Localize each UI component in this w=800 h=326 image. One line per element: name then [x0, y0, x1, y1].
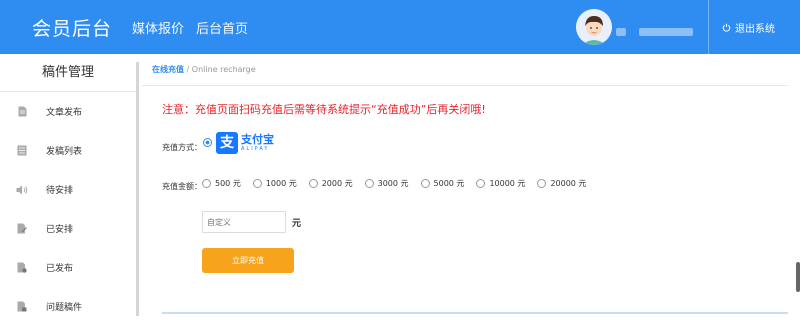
- sidebar-item-publish-article[interactable]: 文章发布: [0, 92, 136, 131]
- custom-amount-unit: 元: [292, 219, 302, 229]
- speaker-icon: [16, 185, 28, 195]
- file-check-icon: [16, 262, 28, 273]
- amount-radio[interactable]: [252, 179, 262, 188]
- main-content: 在线充值 / Online recharge 注意：充值页面扫码充值后需等待系统…: [142, 54, 800, 316]
- alipay-name: 支付宝: [241, 133, 274, 146]
- logout-label: 退出系统: [735, 24, 775, 35]
- breadcrumb-separator: /: [184, 65, 192, 74]
- amount-option-label: 10000 元: [489, 179, 526, 188]
- breadcrumb: 在线充值 / Online recharge: [142, 64, 788, 86]
- document-icon: [16, 106, 28, 117]
- sidebar: 稿件管理 文章发布 发稿列表 待安排 已安排 已发布 问题稿件: [0, 54, 136, 316]
- amount-radio[interactable]: [476, 179, 486, 188]
- amount-option-5000[interactable]: 5000 元: [420, 178, 465, 189]
- amount-option-3000[interactable]: 3000 元: [364, 178, 409, 189]
- sidebar-item-label: 已安排: [46, 225, 74, 235]
- header-divider: [708, 0, 709, 54]
- amount-option-label: 5000 元: [433, 179, 465, 188]
- sidebar-item-problem-submissions[interactable]: 问题稿件: [0, 287, 136, 326]
- sidebar-item-label: 问题稿件: [46, 303, 83, 313]
- breadcrumb-subtitle: Online recharge: [191, 65, 256, 74]
- file-warning-icon: [16, 301, 28, 312]
- sidebar-item-arranged[interactable]: 已安排: [0, 209, 136, 248]
- file-edit-icon: [16, 223, 28, 234]
- amount-option-20000[interactable]: 20000 元: [537, 178, 586, 189]
- recharge-now-button[interactable]: 立即充值: [202, 248, 294, 273]
- sidebar-item-label: 文章发布: [46, 108, 83, 118]
- sidebar-item-label: 待安排: [46, 186, 74, 196]
- username-masked: [616, 21, 696, 36]
- amount-option-label: 2000 元: [321, 179, 353, 188]
- top-header: 会员后台 媒体报价 后台首页 退出系统: [0, 0, 800, 54]
- page-scrollbar[interactable]: [796, 262, 800, 292]
- nav-dashboard-home[interactable]: 后台首页: [196, 18, 248, 37]
- amount-option-1000[interactable]: 1000 元: [252, 178, 297, 189]
- amount-radio[interactable]: [364, 179, 374, 188]
- sidebar-item-pending[interactable]: 待安排: [0, 170, 136, 209]
- logout-button[interactable]: 退出系统: [722, 20, 775, 35]
- nav-media-pricing[interactable]: 媒体报价: [132, 18, 184, 37]
- alipay-radio[interactable]: [203, 138, 212, 147]
- avatar[interactable]: [576, 9, 612, 45]
- breadcrumb-current[interactable]: 在线充值: [152, 65, 184, 74]
- sidebar-title: 稿件管理: [0, 54, 136, 92]
- sidebar-item-label: 发稿列表: [46, 147, 83, 157]
- sidebar-item-label: 已发布: [46, 264, 74, 274]
- payment-method-label: 充值方式：: [162, 143, 202, 152]
- sidebar-scrollbar[interactable]: [136, 62, 139, 316]
- alipay-logo[interactable]: 支 支付宝 ALIPAY: [216, 132, 274, 154]
- amount-options: 500 元 1000 元 2000 元 3000 元 5000 元 10000 …: [202, 178, 598, 189]
- amount-radio[interactable]: [537, 179, 547, 188]
- amount-option-label: 1000 元: [265, 179, 297, 188]
- list-icon: [16, 145, 28, 156]
- brand-title[interactable]: 会员后台: [32, 14, 112, 41]
- amount-option-label: 500 元: [215, 179, 241, 188]
- amount-option-2000[interactable]: 2000 元: [308, 178, 353, 189]
- amount-radio[interactable]: [420, 179, 430, 188]
- amount-option-500[interactable]: 500 元: [202, 178, 241, 189]
- custom-amount-input[interactable]: [202, 211, 286, 233]
- amount-label: 充值金额：: [162, 182, 202, 191]
- recharge-notice: 注意：充值页面扫码充值后需等待系统提示“充值成功”后再关闭哦!: [162, 103, 486, 116]
- content-divider: [162, 312, 788, 314]
- alipay-name-en: ALIPAY: [241, 146, 270, 152]
- amount-radio[interactable]: [308, 179, 318, 188]
- power-icon: [722, 23, 731, 32]
- alipay-icon: 支: [216, 132, 238, 154]
- amount-option-label: 3000 元: [377, 179, 409, 188]
- amount-option-10000[interactable]: 10000 元: [476, 178, 525, 189]
- amount-radio[interactable]: [202, 179, 211, 188]
- sidebar-item-published[interactable]: 已发布: [0, 248, 136, 287]
- amount-option-label: 20000 元: [550, 179, 587, 188]
- sidebar-item-submission-list[interactable]: 发稿列表: [0, 131, 136, 170]
